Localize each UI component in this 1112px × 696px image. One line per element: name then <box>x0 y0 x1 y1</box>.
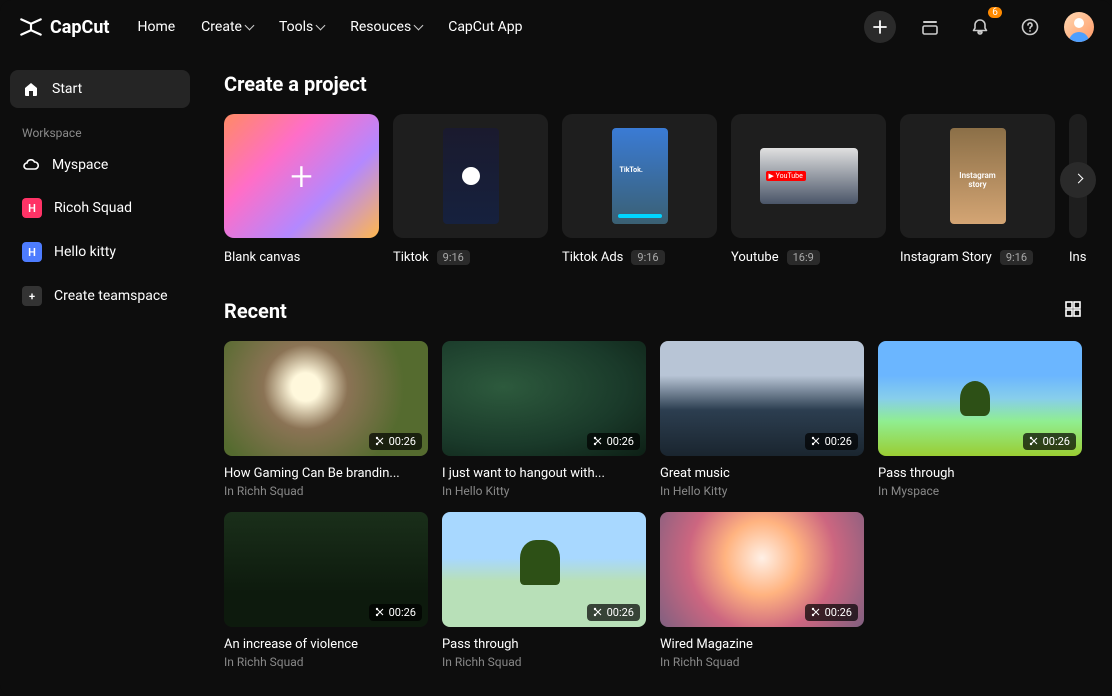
duration-badge: 00:26 <box>805 433 858 450</box>
aspect-ratio: 9:16 <box>631 250 664 265</box>
avatar-icon <box>1064 12 1094 42</box>
nav-resources[interactable]: Resouces <box>350 19 422 35</box>
recent-section-title: Recent <box>224 299 287 323</box>
duration-badge: 00:26 <box>805 604 858 621</box>
duration-badge: 00:26 <box>1023 433 1076 450</box>
scroll-right-button[interactable] <box>1060 162 1096 198</box>
cloud-icon <box>22 156 40 174</box>
template-tiktok[interactable]: Tiktok9:16 <box>393 114 548 265</box>
workspace-badge: H <box>22 242 42 262</box>
duration-badge: 00:26 <box>369 604 422 621</box>
create-row: + Blank canvas Tiktok9:16 TikTok. Tiktok… <box>224 114 1112 265</box>
library-button[interactable] <box>914 11 946 43</box>
workspace-badge: H <box>22 198 42 218</box>
scissors-icon <box>811 436 821 446</box>
scissors-icon <box>375 436 385 446</box>
recent-item[interactable]: 00:26 How Gaming Can Be brandin... In Ri… <box>224 341 428 498</box>
chevron-down-icon <box>316 21 326 31</box>
chevron-right-icon <box>1073 174 1083 184</box>
template-blank[interactable]: + Blank canvas <box>224 114 379 265</box>
aspect-ratio: 9:16 <box>437 250 470 265</box>
notifications-button[interactable]: 6 <box>964 11 996 43</box>
sidebar-item-myspace[interactable]: Myspace <box>10 146 190 184</box>
sidebar-item-ws1[interactable]: H Ricoh Squad <box>10 188 190 228</box>
template-instagram-story[interactable]: Instagram story Instagram Story9:16 <box>900 114 1055 265</box>
nav: Home Create Tools Resouces CapCut App <box>137 19 522 35</box>
scissors-icon <box>593 607 603 617</box>
nav-create[interactable]: Create <box>201 19 253 35</box>
nav-tools[interactable]: Tools <box>279 19 324 35</box>
recent-item[interactable]: 00:26 Wired Magazine In Richh Squad <box>660 512 864 669</box>
nav-app[interactable]: CapCut App <box>448 19 522 35</box>
duration-badge: 00:26 <box>587 433 640 450</box>
help-button[interactable] <box>1014 11 1046 43</box>
template-tiktok-ads[interactable]: TikTok. Tiktok Ads9:16 <box>562 114 717 265</box>
chevron-down-icon <box>245 21 255 31</box>
help-icon <box>1021 18 1039 36</box>
create-section-title: Create a project <box>224 72 1112 96</box>
template-youtube[interactable]: ▶ YouTube Youtube16:9 <box>731 114 886 265</box>
plus-icon: + <box>290 153 313 200</box>
recent-item[interactable]: 00:26 I just want to hangout with... In … <box>442 341 646 498</box>
sidebar: Start Workspace Myspace H Ricoh Squad H … <box>0 54 200 696</box>
aspect-ratio: 16:9 <box>787 250 820 265</box>
recent-item[interactable]: 00:26 An increase of violence In Richh S… <box>224 512 428 669</box>
recent-item[interactable]: 00:26 Great music In Hello Kitty <box>660 341 864 498</box>
header: CapCut Home Create Tools Resouces CapCut… <box>0 0 1112 54</box>
scissors-icon <box>593 436 603 446</box>
logo-icon <box>18 14 44 40</box>
grid-icon <box>1064 300 1082 318</box>
new-button[interactable] <box>864 11 896 43</box>
scissors-icon <box>1029 436 1039 446</box>
chevron-down-icon <box>414 21 424 31</box>
plus-icon: + <box>22 286 42 306</box>
sidebar-item-create-team[interactable]: + Create teamspace <box>10 276 190 316</box>
main-content: Create a project + Blank canvas Tiktok9:… <box>200 54 1112 696</box>
logo-text: CapCut <box>50 17 109 38</box>
sidebar-item-start[interactable]: Start <box>10 70 190 108</box>
notification-badge: 6 <box>988 7 1002 18</box>
bell-icon <box>971 18 989 36</box>
recent-item[interactable]: 00:26 Pass through In Myspace <box>878 341 1082 498</box>
duration-badge: 00:26 <box>587 604 640 621</box>
plus-icon <box>873 20 887 34</box>
scissors-icon <box>811 607 821 617</box>
workspace-label: Workspace <box>10 112 190 146</box>
youtube-badge: ▶ YouTube <box>766 171 806 181</box>
recent-grid: 00:26 How Gaming Can Be brandin... In Ri… <box>224 341 1112 669</box>
scissors-icon <box>375 607 385 617</box>
sidebar-item-ws2[interactable]: H Hello kitty <box>10 232 190 272</box>
aspect-ratio: 9:16 <box>1000 250 1033 265</box>
recent-item[interactable]: 00:26 Pass through In Richh Squad <box>442 512 646 669</box>
view-grid-button[interactable] <box>1064 300 1082 322</box>
home-icon <box>22 80 40 98</box>
nav-home[interactable]: Home <box>137 19 175 35</box>
avatar[interactable] <box>1064 12 1094 42</box>
duration-badge: 00:26 <box>369 433 422 450</box>
logo[interactable]: CapCut <box>18 14 109 40</box>
stack-icon <box>921 18 939 36</box>
